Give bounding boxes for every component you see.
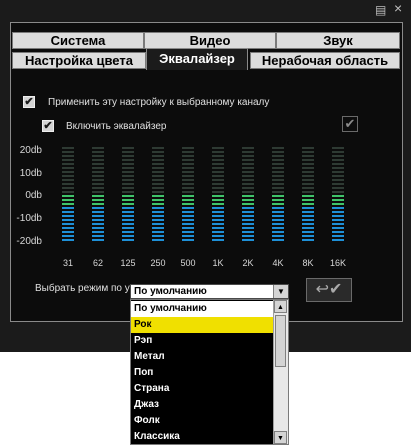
frequency-label: 1K <box>212 258 224 268</box>
enable-equalizer-label: Включить эквалайзер <box>66 121 167 132</box>
mode-option[interactable]: По умолчанию <box>131 301 275 317</box>
mode-label: Выбрать режим по у <box>35 283 130 294</box>
db-label: -10db <box>16 213 42 224</box>
mode-option[interactable]: Фолк <box>131 413 275 429</box>
frequency-label: 31 <box>62 258 73 268</box>
eq-band-slider[interactable] <box>122 147 134 243</box>
equalizer-lock-checkbox[interactable]: ✔ <box>342 116 358 132</box>
tab-overscan-area[interactable]: Нерабочая область <box>250 52 400 69</box>
frequency-label: 250 <box>150 258 166 268</box>
tab-equalizer[interactable]: Эквалайзер <box>146 48 248 70</box>
frequency-label: 4K <box>272 258 284 268</box>
frequency-label: 125 <box>120 258 136 268</box>
mode-option[interactable]: Поп <box>131 365 275 381</box>
apply-channel-label: Применить эту настройку к выбранному кан… <box>48 97 270 108</box>
eq-band-slider[interactable] <box>272 147 284 243</box>
eq-band-slider[interactable] <box>92 147 104 243</box>
db-label: 10db <box>19 168 42 179</box>
document-icon[interactable]: ▤ <box>375 2 386 18</box>
apply-button[interactable]: ↩✔ <box>306 278 352 302</box>
frequency-label: 500 <box>180 258 196 268</box>
eq-band-slider[interactable] <box>302 147 314 243</box>
dropdown-scrollbar[interactable]: ▲ ▼ <box>273 300 288 444</box>
enable-equalizer-checkbox[interactable] <box>42 120 54 132</box>
mode-select[interactable]: По умолчанию ▼ <box>130 284 289 299</box>
mode-option[interactable]: Рок <box>131 317 275 333</box>
scroll-down-icon[interactable]: ▼ <box>274 431 287 444</box>
mode-option[interactable]: Метал <box>131 349 275 365</box>
db-label: 0db <box>25 190 42 201</box>
frequency-label: 8K <box>302 258 314 268</box>
mode-option[interactable]: Джаз <box>131 397 275 413</box>
scroll-up-icon[interactable]: ▲ <box>274 300 287 313</box>
eq-band-slider[interactable] <box>332 147 344 243</box>
eq-band-slider[interactable] <box>152 147 164 243</box>
scroll-thumb[interactable] <box>275 315 286 367</box>
mode-option[interactable]: Рэп <box>131 333 275 349</box>
tab-sound[interactable]: Звук <box>276 32 400 49</box>
mode-selected-value: По умолчанию <box>134 286 207 297</box>
tab-color-settings[interactable]: Настройка цвета <box>12 52 146 69</box>
mode-option[interactable]: Страна <box>131 381 275 397</box>
eq-band-slider[interactable] <box>212 147 224 243</box>
frequency-label: 62 <box>92 258 103 268</box>
eq-band-slider[interactable] <box>182 147 194 243</box>
frequency-label: 2K <box>242 258 254 268</box>
apply-channel-checkbox[interactable] <box>23 96 35 108</box>
tab-system[interactable]: Система <box>12 32 144 49</box>
eq-band-slider[interactable] <box>242 147 254 243</box>
chevron-down-icon[interactable]: ▼ <box>273 285 288 298</box>
db-label: 20db <box>19 145 42 156</box>
mode-option[interactable]: Классика <box>131 429 275 445</box>
close-icon[interactable]: × <box>394 0 402 16</box>
frequency-label: 16K <box>329 258 346 268</box>
tab-video[interactable]: Видео <box>144 32 276 49</box>
eq-band-slider[interactable] <box>62 147 74 243</box>
mode-dropdown-list[interactable]: По умолчанию Рок Рэп Метал Поп Страна Дж… <box>130 299 289 445</box>
db-label: -20db <box>16 236 42 247</box>
